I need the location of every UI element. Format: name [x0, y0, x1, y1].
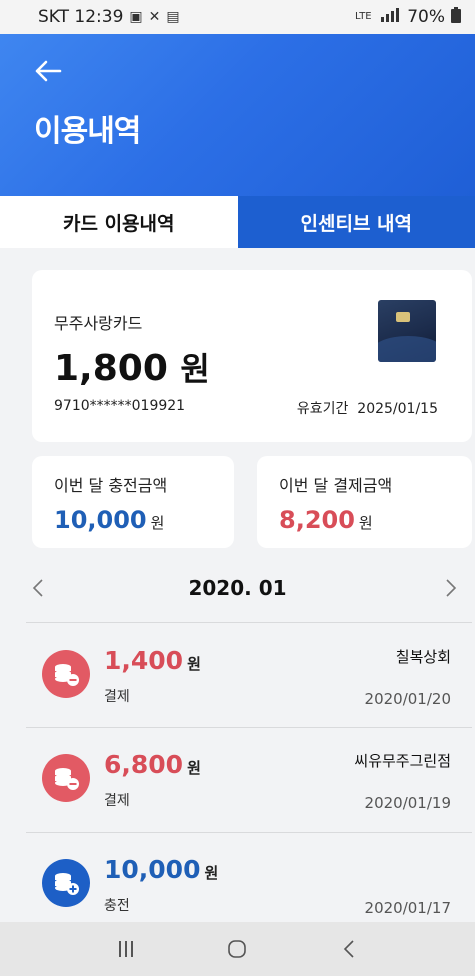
page-title: 이용내역 — [34, 114, 141, 149]
chevron-right-icon — [446, 579, 457, 597]
transaction-amount-value: 1,400 — [104, 646, 184, 675]
divider — [26, 622, 472, 623]
transaction-date: 2020/01/19 — [364, 794, 451, 812]
transaction-date: 2020/01/20 — [364, 690, 451, 708]
carrier-time: SKT 12:39 — [38, 7, 124, 27]
mute-icon: ✕ — [148, 9, 161, 25]
home-button[interactable] — [217, 929, 257, 969]
status-bar: SKT 12:39 ▣ ✕ ▤ LTE 70% — [0, 0, 475, 34]
monthly-payment-box: 이번 달 결제금액 8,200 원 — [257, 456, 472, 548]
card-pattern — [378, 336, 436, 362]
prev-month-button[interactable] — [26, 574, 50, 602]
card-summary-panel: 무주사랑카드 1,800 원 9710******019921 유효기간 202… — [32, 270, 472, 442]
page-header: 이용내역 — [0, 34, 475, 196]
coin-minus-icon — [42, 650, 90, 698]
transaction-amount-value: 10,000 — [104, 855, 201, 884]
transaction-date: 2020/01/17 — [364, 899, 451, 917]
transaction-amount-value: 6,800 — [104, 750, 184, 779]
transaction-merchant: 칠복상회 — [395, 648, 451, 666]
card-balance: 1,800 원 — [54, 344, 210, 390]
status-right: LTE 70% — [355, 7, 461, 27]
transaction-type: 충전 — [104, 898, 130, 914]
transaction-amount-unit: 원 — [204, 864, 219, 882]
recent-apps-icon — [118, 941, 133, 957]
lte-signal-icon: LTE — [355, 7, 401, 27]
battery-percent: 70% — [407, 7, 445, 27]
card-image — [378, 300, 436, 362]
battery-icon — [451, 7, 461, 27]
current-month: 2020. 01 — [188, 576, 287, 600]
month-navigator: 2020. 01 — [0, 560, 475, 616]
coin-plus-icon — [42, 859, 90, 907]
transaction-merchant: 씨유무주그린점 — [354, 752, 451, 770]
gallery-icon: ▣ — [129, 9, 143, 25]
notification-icon: ▤ — [166, 9, 180, 25]
transaction-type: 결제 — [104, 793, 130, 809]
back-button[interactable] — [30, 56, 66, 86]
card-balance-value: 1,800 — [54, 348, 168, 389]
coin-minus-icon — [42, 754, 90, 802]
monthly-charge-unit: 원 — [150, 514, 165, 532]
transaction-row[interactable]: 6,800 원 결제 씨유무주그린점 2020/01/19 — [0, 728, 475, 832]
card-expiry: 유효기간 2025/01/15 — [297, 398, 438, 418]
monthly-payment-unit: 원 — [358, 514, 373, 532]
status-left: SKT 12:39 ▣ ✕ ▤ — [38, 7, 180, 27]
transaction-amount: 10,000 원 — [104, 855, 218, 884]
chevron-left-icon — [32, 579, 43, 597]
monthly-charge-label: 이번 달 충전금액 — [54, 476, 168, 495]
transaction-row[interactable]: 1,400 원 결제 칠복상회 2020/01/20 — [0, 624, 475, 728]
expiry-label: 유효기간 — [296, 401, 349, 417]
recent-apps-button[interactable] — [106, 929, 146, 969]
monthly-payment-value: 8,200 — [279, 506, 355, 534]
monthly-charge-amount: 10,000 원 — [54, 506, 164, 534]
home-icon — [228, 940, 247, 958]
transaction-amount: 6,800 원 — [104, 750, 201, 779]
monthly-charge-box: 이번 달 충전금액 10,000 원 — [32, 456, 234, 548]
expiry-date: 2025/01/15 — [357, 401, 438, 417]
back-nav-icon — [344, 940, 354, 958]
monthly-charge-value: 10,000 — [54, 506, 147, 534]
tab-incentive[interactable]: 인센티브 내역 — [237, 196, 475, 248]
transaction-amount: 1,400 원 — [104, 646, 201, 675]
back-nav-button[interactable] — [329, 929, 369, 969]
card-name: 무주사랑카드 — [54, 314, 143, 333]
system-nav-bar — [0, 922, 475, 976]
svg-text:LTE: LTE — [355, 11, 372, 22]
tab-bar: 카드 이용내역 인센티브 내역 — [0, 196, 475, 248]
arrow-left-icon — [35, 60, 62, 82]
next-month-button[interactable] — [439, 574, 463, 602]
monthly-payment-amount: 8,200 원 — [279, 506, 373, 534]
card-number: 9710******019921 — [54, 398, 186, 414]
transaction-type: 결제 — [104, 689, 130, 705]
card-chip — [396, 312, 410, 322]
monthly-payment-label: 이번 달 결제금액 — [279, 476, 393, 495]
transaction-amount-unit: 원 — [187, 759, 201, 777]
tab-card-usage[interactable]: 카드 이용내역 — [0, 196, 238, 248]
transaction-amount-unit: 원 — [187, 655, 201, 673]
card-balance-unit: 원 — [180, 350, 210, 388]
